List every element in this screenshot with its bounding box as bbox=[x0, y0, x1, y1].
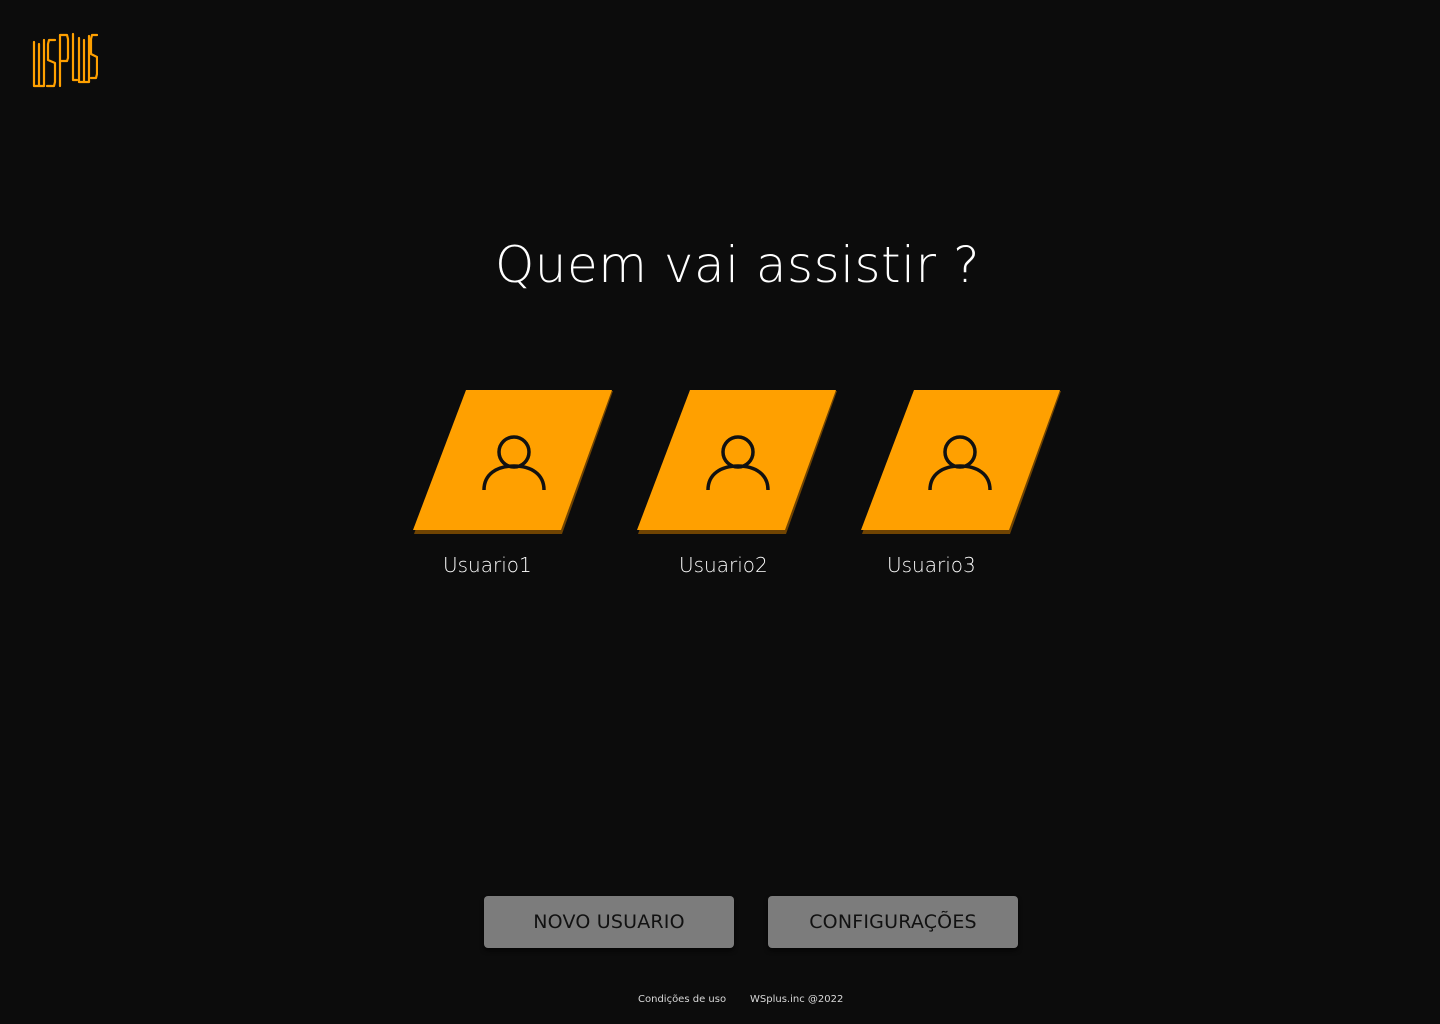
profile-card-usuario3[interactable]: Usuario3 bbox=[861, 390, 1061, 590]
profile-name: Usuario2 bbox=[679, 553, 768, 577]
copyright-text: WSplus.inc @2022 bbox=[750, 994, 844, 1005]
wsplus-logo[interactable] bbox=[32, 30, 98, 90]
profile-card-usuario1[interactable]: Usuario1 bbox=[413, 390, 613, 590]
footer: Condições de uso WSplus.inc @2022 bbox=[0, 994, 1440, 1008]
user-icon bbox=[481, 428, 547, 494]
settings-button[interactable]: CONFIGURAÇÕES bbox=[768, 896, 1018, 948]
new-user-button[interactable]: NOVO USUARIO bbox=[484, 896, 734, 948]
logo-mark bbox=[32, 32, 98, 88]
page-title: Quem vai assistir ? bbox=[494, 236, 981, 294]
profile-name: Usuario3 bbox=[887, 553, 976, 577]
profile-name: Usuario1 bbox=[443, 553, 532, 577]
user-icon bbox=[927, 428, 993, 494]
user-icon bbox=[705, 428, 771, 494]
profile-card-usuario2[interactable]: Usuario2 bbox=[637, 390, 837, 590]
terms-link[interactable]: Condições de uso bbox=[638, 994, 726, 1005]
